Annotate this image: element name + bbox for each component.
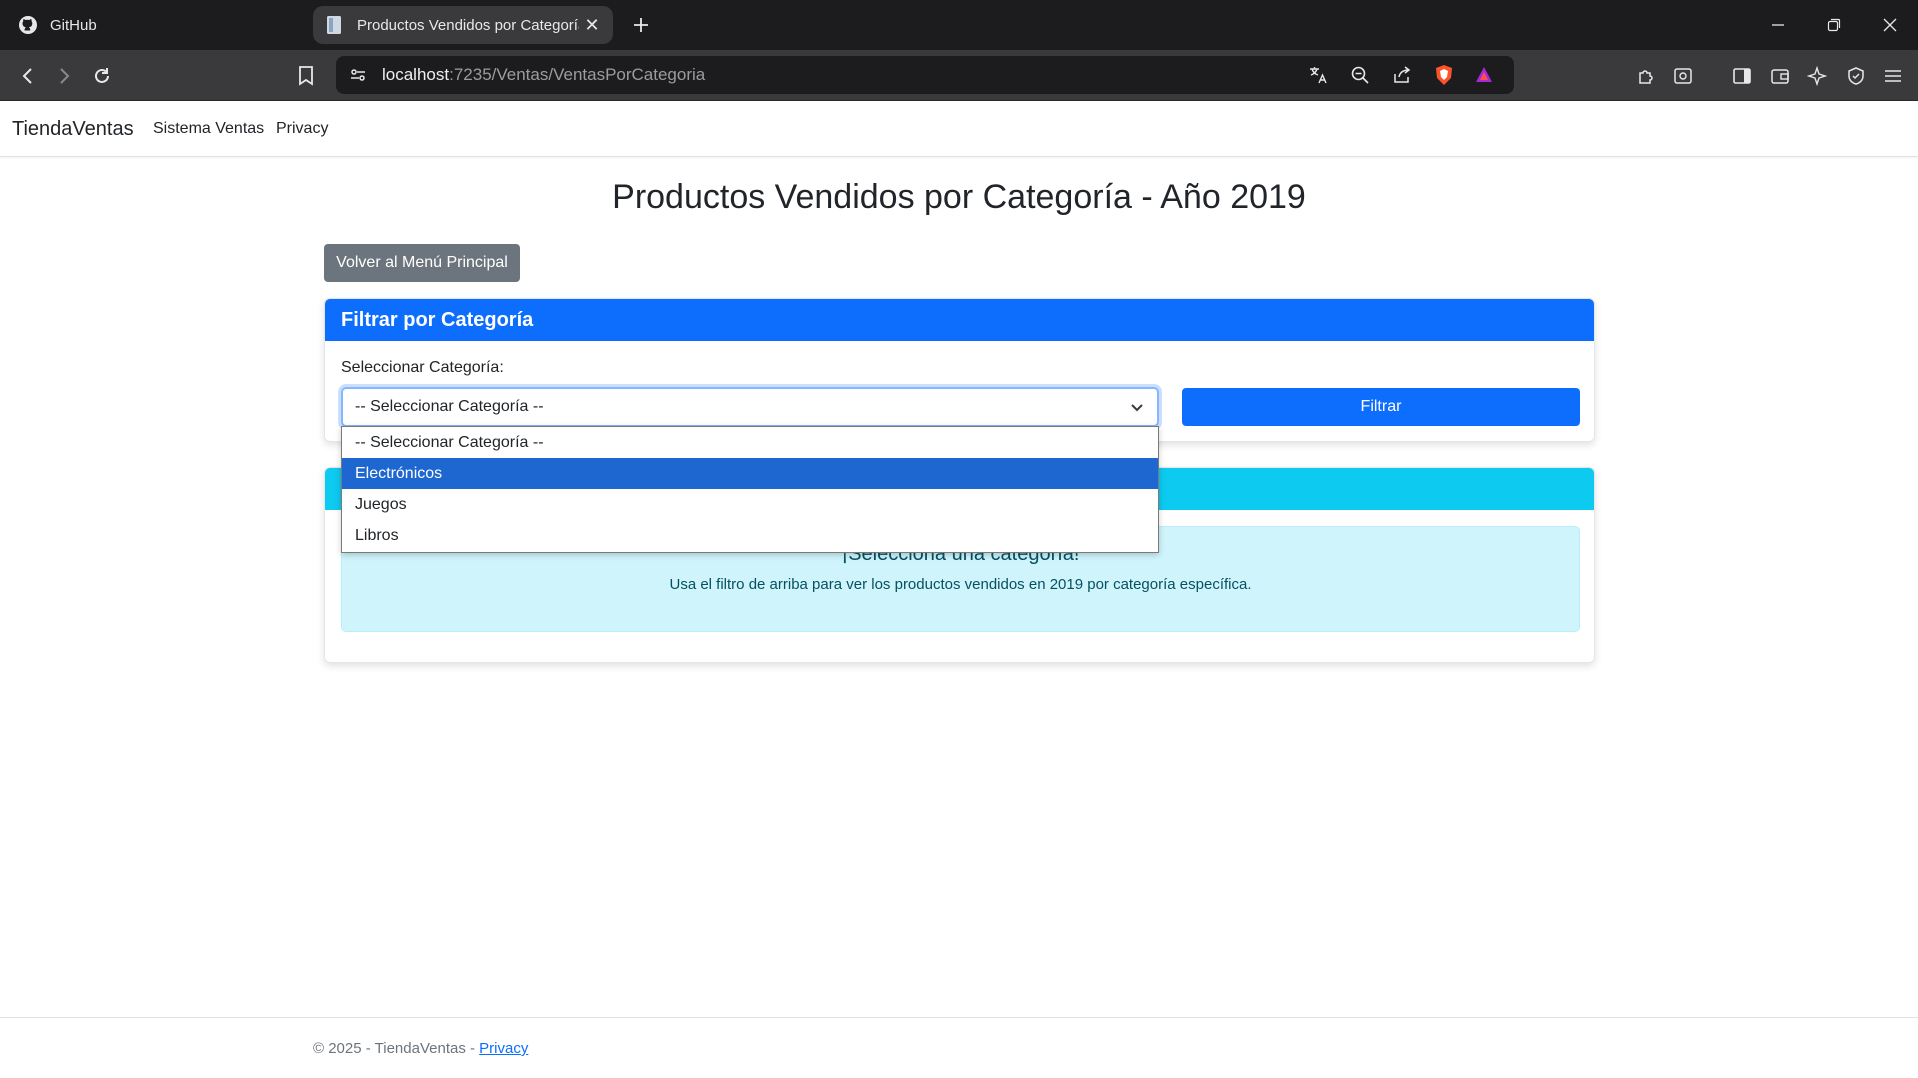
alert-text: Usa el filtro de arriba para ver los pro… bbox=[669, 576, 1252, 593]
filter-card: Filtrar por Categoría Seleccionar Catego… bbox=[324, 298, 1595, 442]
browser-tab-bar: GitHub Productos Vendidos por Categoría … bbox=[0, 0, 1918, 50]
tab-productos[interactable]: Productos Vendidos por Categoría ✕ bbox=[313, 6, 613, 44]
zoom-out-icon[interactable] bbox=[1346, 61, 1374, 89]
brave-shields-icon[interactable] bbox=[1430, 61, 1458, 89]
dropdown-option[interactable]: Libros bbox=[342, 520, 1158, 551]
wallet-icon[interactable] bbox=[1764, 60, 1796, 92]
filter-button[interactable]: Filtrar bbox=[1182, 388, 1580, 426]
reload-icon[interactable] bbox=[86, 60, 118, 92]
footer-copyright: © 2025 - TiendaVentas - bbox=[313, 1040, 480, 1057]
reader-mode-icon[interactable] bbox=[1667, 60, 1699, 92]
filter-card-header: Filtrar por Categoría bbox=[325, 299, 1594, 341]
menu-icon[interactable] bbox=[1877, 60, 1909, 92]
category-select-value: -- Seleccionar Categoría -- bbox=[355, 398, 544, 415]
leo-ai-icon[interactable] bbox=[1801, 60, 1833, 92]
site-footer: © 2025 - TiendaVentas - Privacy bbox=[0, 1017, 1918, 1078]
vpn-icon[interactable] bbox=[1840, 60, 1872, 92]
tab-title: GitHub bbox=[50, 16, 97, 34]
nav-link-sistema-ventas[interactable]: Sistema Ventas bbox=[153, 101, 264, 157]
footer-text: © 2025 - TiendaVentas - Privacy bbox=[313, 1040, 528, 1057]
tab-github[interactable]: GitHub bbox=[10, 6, 310, 44]
page-icon bbox=[325, 15, 345, 35]
dropdown-option-highlighted[interactable]: Electrónicos bbox=[342, 458, 1158, 489]
back-icon[interactable] bbox=[12, 60, 44, 92]
github-icon bbox=[18, 15, 38, 35]
sidebar-icon[interactable] bbox=[1726, 60, 1758, 92]
minimize-icon[interactable] bbox=[1750, 0, 1806, 50]
category-label: Seleccionar Categoría: bbox=[341, 359, 504, 376]
nav-link-privacy[interactable]: Privacy bbox=[276, 101, 328, 157]
back-to-menu-button[interactable]: Volver al Menú Principal bbox=[324, 244, 520, 282]
category-select[interactable]: -- Seleccionar Categoría -- bbox=[341, 387, 1159, 427]
brave-rewards-icon[interactable] bbox=[1470, 61, 1498, 89]
chevron-down-icon bbox=[1127, 397, 1147, 417]
restore-icon[interactable] bbox=[1806, 0, 1862, 50]
dropdown-option[interactable]: Juegos bbox=[342, 489, 1158, 520]
new-tab-icon[interactable] bbox=[626, 10, 656, 40]
tab-title: Productos Vendidos por Categoría bbox=[357, 16, 579, 34]
url-text: localhost:7235/Ventas/VentasPorCategoria bbox=[382, 56, 705, 94]
browser-toolbar: localhost:7235/Ventas/VentasPorCategoria bbox=[0, 50, 1918, 101]
url-host: localhost bbox=[382, 65, 450, 84]
category-dropdown-list: -- Seleccionar Categoría -- Electrónicos… bbox=[341, 426, 1159, 553]
address-bar[interactable]: localhost:7235/Ventas/VentasPorCategoria bbox=[336, 56, 1514, 94]
bookmark-icon[interactable] bbox=[290, 60, 322, 92]
footer-privacy-link[interactable]: Privacy bbox=[479, 1040, 528, 1057]
share-icon[interactable] bbox=[1388, 61, 1416, 89]
site-settings-icon[interactable] bbox=[344, 61, 372, 89]
forward-icon[interactable] bbox=[48, 60, 80, 92]
translate-icon[interactable] bbox=[1304, 61, 1332, 89]
page-title: Productos Vendidos por Categoría - Año 2… bbox=[612, 178, 1306, 216]
close-icon[interactable]: ✕ bbox=[579, 12, 605, 38]
site-navbar: TiendaVentas Sistema Ventas Privacy bbox=[0, 101, 1918, 157]
window-close-icon[interactable] bbox=[1862, 0, 1918, 50]
dropdown-option[interactable]: -- Seleccionar Categoría -- bbox=[342, 427, 1158, 458]
extensions-icon[interactable] bbox=[1630, 60, 1662, 92]
url-path: :7235/Ventas/VentasPorCategoria bbox=[449, 65, 706, 84]
brand-link[interactable]: TiendaVentas bbox=[12, 101, 134, 157]
